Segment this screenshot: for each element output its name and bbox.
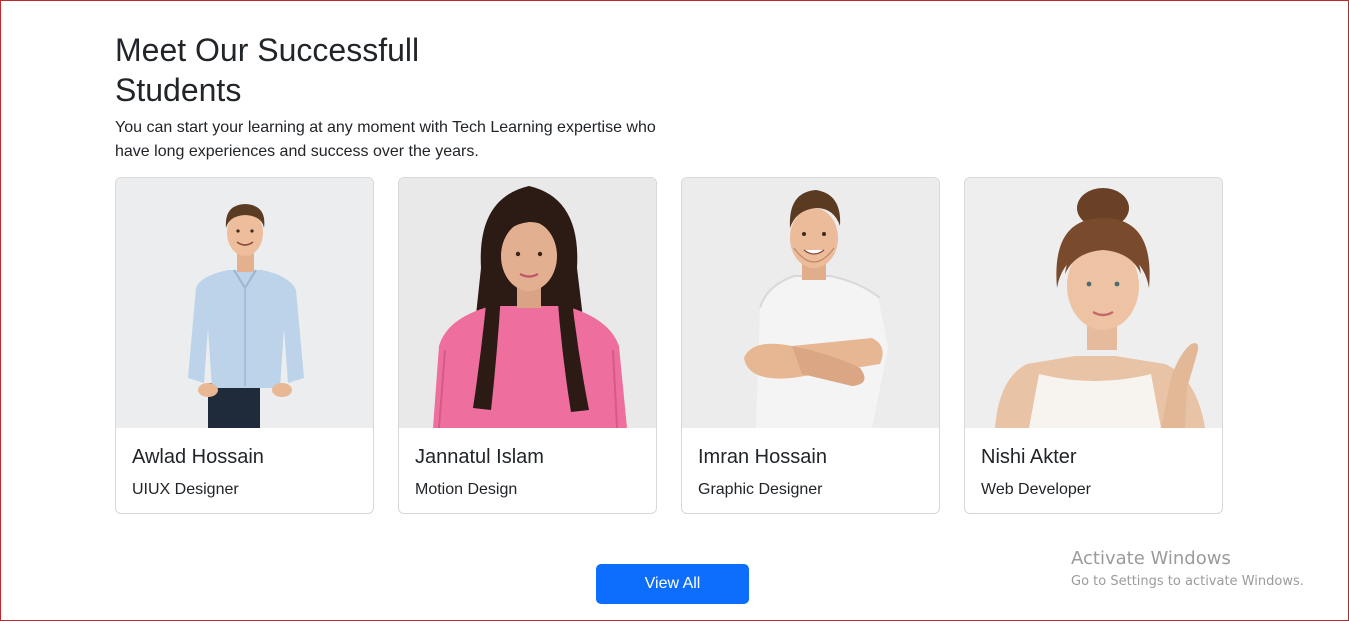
watermark-title: Activate Windows xyxy=(1071,548,1231,569)
student-photo xyxy=(682,178,939,428)
student-card[interactable]: Jannatul Islam Motion Design xyxy=(398,177,657,514)
student-photo xyxy=(116,178,373,428)
student-card[interactable]: Imran Hossain Graphic Designer xyxy=(681,177,940,514)
watermark-subtitle: Go to Settings to activate Windows. xyxy=(1071,574,1304,589)
student-photo xyxy=(399,178,656,428)
student-cards: Awlad Hossain UIUX Designer Jannatul Isl… xyxy=(115,177,1223,514)
view-all-button[interactable]: View All xyxy=(596,564,749,604)
student-card[interactable]: Awlad Hossain UIUX Designer xyxy=(115,177,374,514)
student-name: Jannatul Islam xyxy=(415,446,544,468)
student-name: Imran Hossain xyxy=(698,446,827,468)
section-title: Meet Our Successfull Students xyxy=(115,32,420,108)
students-section: Meet Our Successfull Students You can st… xyxy=(115,30,1231,514)
student-role: UIUX Designer xyxy=(132,481,239,498)
student-name: Nishi Akter xyxy=(981,446,1077,468)
student-name: Awlad Hossain xyxy=(132,446,264,468)
student-role: Graphic Designer xyxy=(698,481,823,498)
student-role: Web Developer xyxy=(981,481,1091,498)
section-subtitle: You can start your learning at any momen… xyxy=(115,119,656,160)
student-card[interactable]: Nishi Akter Web Developer xyxy=(964,177,1223,514)
student-role: Motion Design xyxy=(415,481,518,498)
student-photo xyxy=(965,178,1222,428)
activate-windows-watermark: Activate Windows Go to Settings to activ… xyxy=(1071,547,1304,593)
